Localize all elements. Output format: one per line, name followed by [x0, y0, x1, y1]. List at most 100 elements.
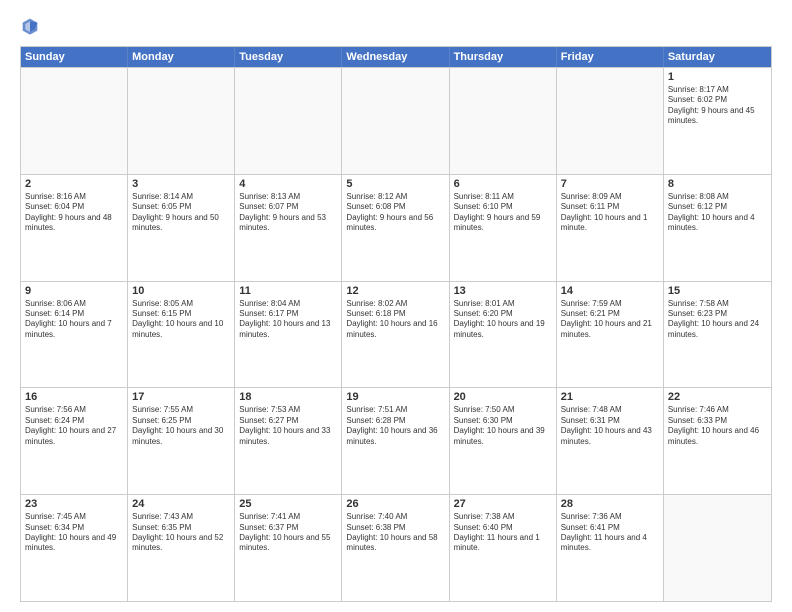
header-day-monday: Monday [128, 47, 235, 67]
day-number: 16 [25, 391, 123, 403]
day-info: Sunrise: 7:41 AM Sunset: 6:37 PM Dayligh… [239, 512, 337, 554]
day-number: 11 [239, 285, 337, 297]
header-day-thursday: Thursday [450, 47, 557, 67]
calendar-cell: 20Sunrise: 7:50 AM Sunset: 6:30 PM Dayli… [450, 388, 557, 494]
day-info: Sunrise: 7:51 AM Sunset: 6:28 PM Dayligh… [346, 405, 444, 447]
calendar-cell [664, 495, 771, 601]
day-number: 25 [239, 498, 337, 510]
day-number: 22 [668, 391, 767, 403]
calendar-cell: 14 Sunrise: 7:59 AM Sunset: 6:21 PM Dayli… [557, 282, 664, 388]
calendar-cell [450, 68, 557, 174]
calendar-cell: 27Sunrise: 7:38 AM Sunset: 6:40 PM Dayli… [450, 495, 557, 601]
calendar-cell [21, 68, 128, 174]
day-info: Sunrise: 7:55 AM Sunset: 6:25 PM Dayligh… [132, 405, 230, 447]
calendar-week-2: 2 Sunrise: 8:16 AM Sunset: 6:04 PM Daylig… [21, 174, 771, 281]
calendar-cell: 22 Sunrise: 7:46 AM Sunset: 6:33 PM Dayli… [664, 388, 771, 494]
day-info: Sunrise: 7:53 AM Sunset: 6:27 PM Dayligh… [239, 405, 337, 447]
day-info: Sunrise: 8:09 AM Sunset: 6:11 PM Dayligh… [561, 192, 659, 234]
calendar-cell [235, 68, 342, 174]
calendar-cell: 19Sunrise: 7:51 AM Sunset: 6:28 PM Dayli… [342, 388, 449, 494]
calendar-cell: 24 Sunrise: 7:43 AM Sunset: 6:35 PM Dayli… [128, 495, 235, 601]
day-number: 4 [239, 178, 337, 190]
calendar-cell [342, 68, 449, 174]
day-number: 24 [132, 498, 230, 510]
header [20, 16, 772, 36]
calendar-cell: 15 Sunrise: 7:58 AM Sunset: 6:23 PM Dayli… [664, 282, 771, 388]
day-info: Sunrise: 8:04 AM Sunset: 6:17 PM Dayligh… [239, 299, 337, 341]
day-number: 7 [561, 178, 659, 190]
calendar-body: 1 Sunrise: 8:17 AM Sunset: 6:02 PM Daylig… [21, 67, 771, 601]
calendar-cell: 4 Sunrise: 8:13 AM Sunset: 6:07 PM Daylig… [235, 175, 342, 281]
day-info: Sunrise: 7:36 AM Sunset: 6:41 PM Dayligh… [561, 512, 659, 554]
calendar-cell: 1 Sunrise: 8:17 AM Sunset: 6:02 PM Daylig… [664, 68, 771, 174]
header-day-sunday: Sunday [21, 47, 128, 67]
day-info: Sunrise: 8:08 AM Sunset: 6:12 PM Dayligh… [668, 192, 767, 234]
logo-icon [20, 16, 40, 36]
calendar-header: SundayMondayTuesdayWednesdayThursdayFrid… [21, 47, 771, 67]
calendar-cell: 7 Sunrise: 8:09 AM Sunset: 6:11 PM Daylig… [557, 175, 664, 281]
day-number: 15 [668, 285, 767, 297]
calendar-cell: 10 Sunrise: 8:05 AM Sunset: 6:15 PM Dayli… [128, 282, 235, 388]
day-info: Sunrise: 7:38 AM Sunset: 6:40 PM Dayligh… [454, 512, 552, 554]
calendar-cell: 6 Sunrise: 8:11 AM Sunset: 6:10 PM Daylig… [450, 175, 557, 281]
calendar-cell: 13Sunrise: 8:01 AM Sunset: 6:20 PM Dayli… [450, 282, 557, 388]
calendar-cell: 8 Sunrise: 8:08 AM Sunset: 6:12 PM Daylig… [664, 175, 771, 281]
calendar-cell: 18Sunrise: 7:53 AM Sunset: 6:27 PM Dayli… [235, 388, 342, 494]
day-info: Sunrise: 7:56 AM Sunset: 6:24 PM Dayligh… [25, 405, 123, 447]
calendar-cell: 17 Sunrise: 7:55 AM Sunset: 6:25 PM Dayli… [128, 388, 235, 494]
day-info: Sunrise: 7:58 AM Sunset: 6:23 PM Dayligh… [668, 299, 767, 341]
day-info: Sunrise: 8:05 AM Sunset: 6:15 PM Dayligh… [132, 299, 230, 341]
day-info: Sunrise: 7:46 AM Sunset: 6:33 PM Dayligh… [668, 405, 767, 447]
day-number: 10 [132, 285, 230, 297]
day-number: 5 [346, 178, 444, 190]
day-info: Sunrise: 8:12 AM Sunset: 6:08 PM Dayligh… [346, 192, 444, 234]
day-number: 14 [561, 285, 659, 297]
day-number: 20 [454, 391, 552, 403]
calendar-cell: 9Sunrise: 8:06 AM Sunset: 6:14 PM Daylig… [21, 282, 128, 388]
calendar-cell: 28 Sunrise: 7:36 AM Sunset: 6:41 PM Dayli… [557, 495, 664, 601]
day-info: Sunrise: 8:16 AM Sunset: 6:04 PM Dayligh… [25, 192, 123, 234]
day-number: 6 [454, 178, 552, 190]
day-info: Sunrise: 8:14 AM Sunset: 6:05 PM Dayligh… [132, 192, 230, 234]
day-info: Sunrise: 7:43 AM Sunset: 6:35 PM Dayligh… [132, 512, 230, 554]
day-info: Sunrise: 8:17 AM Sunset: 6:02 PM Dayligh… [668, 85, 767, 127]
calendar-week-1: 1 Sunrise: 8:17 AM Sunset: 6:02 PM Daylig… [21, 67, 771, 174]
calendar: SundayMondayTuesdayWednesdayThursdayFrid… [20, 46, 772, 602]
page: SundayMondayTuesdayWednesdayThursdayFrid… [0, 0, 792, 612]
header-day-tuesday: Tuesday [235, 47, 342, 67]
day-number: 26 [346, 498, 444, 510]
day-info: Sunrise: 7:45 AM Sunset: 6:34 PM Dayligh… [25, 512, 123, 554]
day-number: 12 [346, 285, 444, 297]
calendar-cell: 12 Sunrise: 8:02 AM Sunset: 6:18 PM Dayli… [342, 282, 449, 388]
day-number: 28 [561, 498, 659, 510]
calendar-cell: 23Sunrise: 7:45 AM Sunset: 6:34 PM Dayli… [21, 495, 128, 601]
day-number: 2 [25, 178, 123, 190]
day-number: 21 [561, 391, 659, 403]
calendar-cell: 26 Sunrise: 7:40 AM Sunset: 6:38 PM Dayli… [342, 495, 449, 601]
calendar-week-4: 16 Sunrise: 7:56 AM Sunset: 6:24 PM Dayli… [21, 387, 771, 494]
calendar-cell: 25 Sunrise: 7:41 AM Sunset: 6:37 PM Dayli… [235, 495, 342, 601]
day-number: 1 [668, 71, 767, 83]
day-info: Sunrise: 8:13 AM Sunset: 6:07 PM Dayligh… [239, 192, 337, 234]
day-number: 3 [132, 178, 230, 190]
day-number: 17 [132, 391, 230, 403]
header-day-wednesday: Wednesday [342, 47, 449, 67]
logo [20, 16, 44, 36]
calendar-cell [557, 68, 664, 174]
day-info: Sunrise: 8:01 AM Sunset: 6:20 PM Dayligh… [454, 299, 552, 341]
calendar-week-5: 23Sunrise: 7:45 AM Sunset: 6:34 PM Dayli… [21, 494, 771, 601]
calendar-cell: 21 Sunrise: 7:48 AM Sunset: 6:31 PM Dayli… [557, 388, 664, 494]
day-info: Sunrise: 8:11 AM Sunset: 6:10 PM Dayligh… [454, 192, 552, 234]
calendar-cell: 2 Sunrise: 8:16 AM Sunset: 6:04 PM Daylig… [21, 175, 128, 281]
calendar-cell: 11 Sunrise: 8:04 AM Sunset: 6:17 PM Dayli… [235, 282, 342, 388]
day-info: Sunrise: 7:48 AM Sunset: 6:31 PM Dayligh… [561, 405, 659, 447]
header-day-saturday: Saturday [664, 47, 771, 67]
day-info: Sunrise: 7:40 AM Sunset: 6:38 PM Dayligh… [346, 512, 444, 554]
day-number: 8 [668, 178, 767, 190]
day-info: Sunrise: 8:02 AM Sunset: 6:18 PM Dayligh… [346, 299, 444, 341]
day-info: Sunrise: 7:59 AM Sunset: 6:21 PM Dayligh… [561, 299, 659, 341]
calendar-week-3: 9Sunrise: 8:06 AM Sunset: 6:14 PM Daylig… [21, 281, 771, 388]
calendar-cell: 16 Sunrise: 7:56 AM Sunset: 6:24 PM Dayli… [21, 388, 128, 494]
day-number: 9 [25, 285, 123, 297]
calendar-cell: 3 Sunrise: 8:14 AM Sunset: 6:05 PM Daylig… [128, 175, 235, 281]
